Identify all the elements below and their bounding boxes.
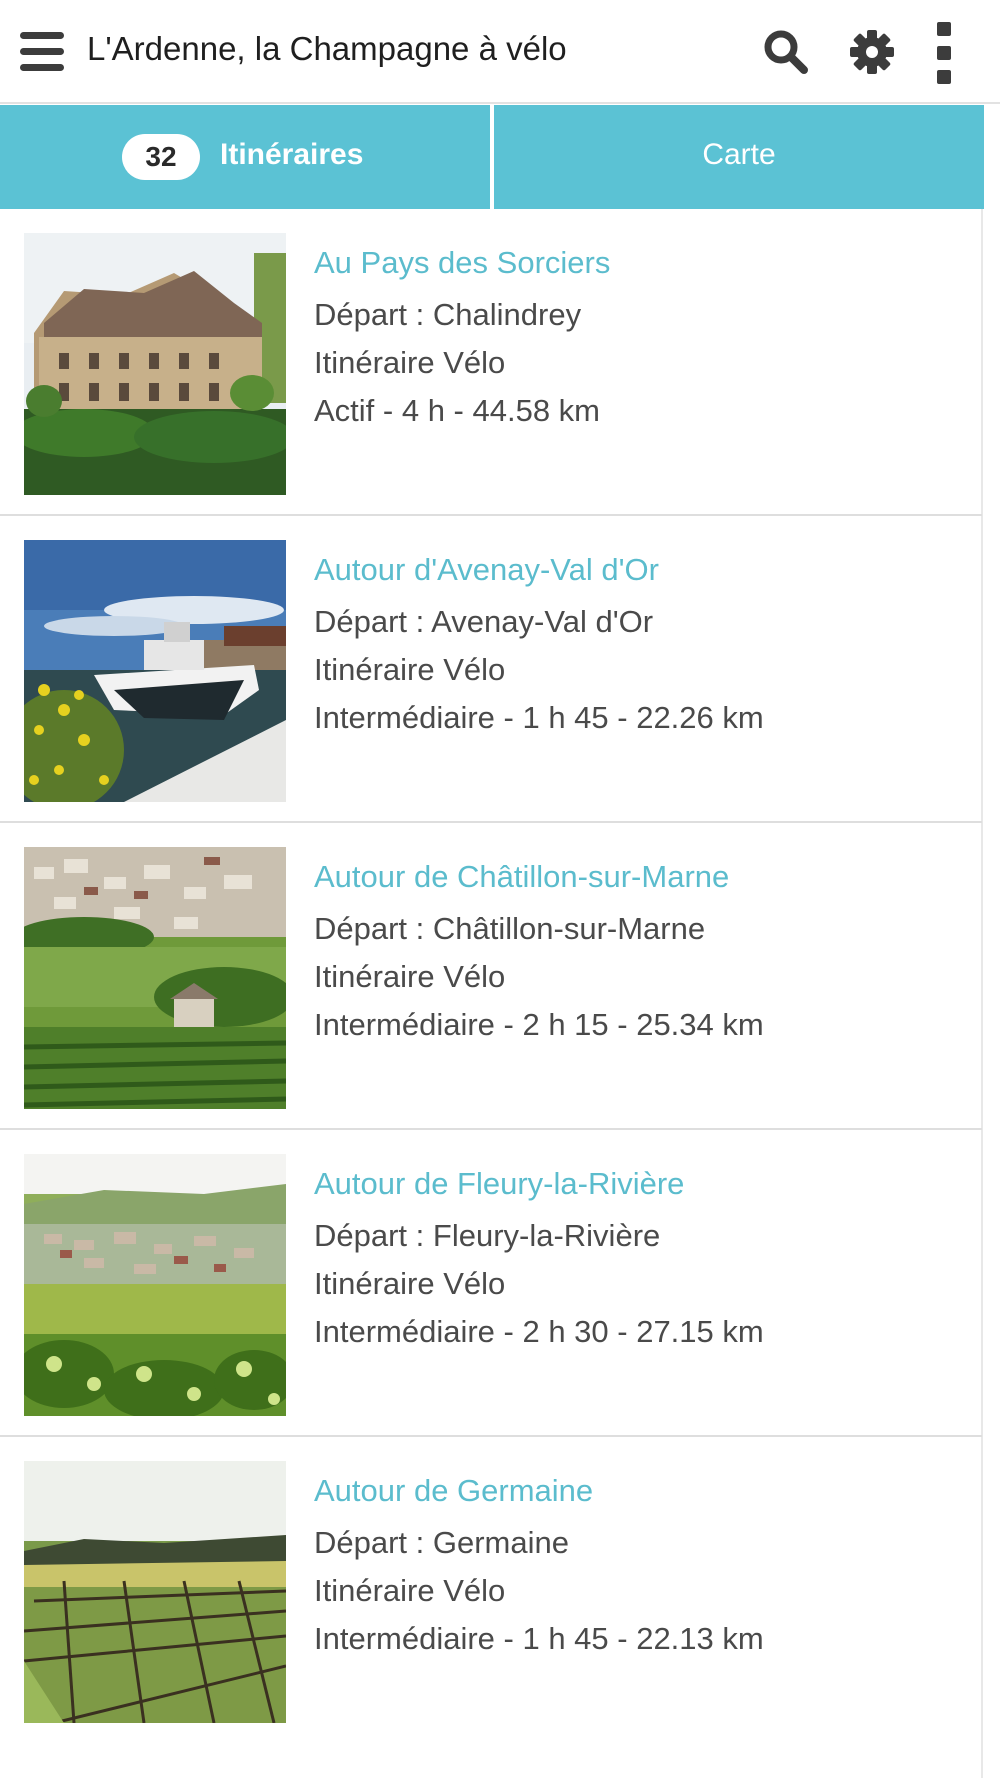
tab-bar: 32 Itinéraires Carte	[0, 105, 984, 209]
tab-itineraries[interactable]: 32 Itinéraires	[0, 105, 490, 209]
item-title: Autour de Fleury-la-Rivière	[314, 1166, 685, 1201]
list-item[interactable]: Autour d'Avenay-Val d'Or Départ : Avenay…	[0, 516, 982, 823]
list-item[interactable]: Autour de Châtillon-sur-Marne Départ : C…	[0, 823, 982, 1130]
search-icon[interactable]	[762, 28, 810, 76]
item-departure: Départ : Chalindrey	[314, 297, 582, 332]
item-type: Itinéraire Vélo	[314, 1573, 506, 1608]
count-badge: 32	[122, 134, 200, 180]
itinerary-list: Au Pays des Sorciers Départ : Chalindrey…	[0, 209, 984, 1744]
item-details: Intermédiaire - 1 h 45 - 22.13 km	[314, 1621, 764, 1656]
app-bar: L'Ardenne, la Champagne à vélo	[0, 0, 1000, 104]
item-title: Autour d'Avenay-Val d'Or	[314, 552, 659, 587]
list-item[interactable]: Au Pays des Sorciers Départ : Chalindrey…	[0, 209, 982, 516]
list-item[interactable]: Autour de Germaine Départ : Germaine Iti…	[0, 1437, 982, 1744]
tab-map[interactable]: Carte	[494, 105, 984, 209]
item-type: Itinéraire Vélo	[314, 345, 506, 380]
tab-map-label: Carte	[702, 138, 776, 171]
item-type: Itinéraire Vélo	[314, 652, 506, 687]
item-type: Itinéraire Vélo	[314, 959, 506, 994]
item-details: Intermédiaire - 1 h 45 - 22.26 km	[314, 700, 764, 735]
item-departure: Départ : Fleury-la-Rivière	[314, 1218, 661, 1253]
chateau-photo	[24, 233, 286, 495]
item-departure: Départ : Germaine	[314, 1525, 569, 1560]
village-vineyard-photo	[24, 847, 286, 1109]
gear-icon[interactable]	[848, 28, 896, 76]
item-type: Itinéraire Vélo	[314, 1266, 506, 1301]
item-departure: Départ : Avenay-Val d'Or	[314, 604, 654, 639]
item-title: Autour de Châtillon-sur-Marne	[314, 859, 730, 894]
item-title: Autour de Germaine	[314, 1473, 594, 1508]
item-departure: Départ : Châtillon-sur-Marne	[314, 911, 706, 946]
item-details: Intermédiaire - 2 h 30 - 27.15 km	[314, 1314, 764, 1349]
vine-rows-photo	[24, 1461, 286, 1723]
tab-itineraries-label: Itinéraires	[220, 138, 364, 171]
app-title: L'Ardenne, la Champagne à vélo	[87, 30, 567, 67]
list-item[interactable]: Autour de Fleury-la-Rivière Départ : Fle…	[0, 1130, 982, 1437]
item-title: Au Pays des Sorciers	[314, 245, 611, 280]
more-vert-icon[interactable]	[930, 22, 958, 84]
item-details: Actif - 4 h - 44.58 km	[314, 393, 600, 428]
item-details: Intermédiaire - 2 h 15 - 25.34 km	[314, 1007, 764, 1042]
valley-village-photo	[24, 1154, 286, 1416]
menu-icon[interactable]	[20, 32, 64, 72]
canal-boat-photo	[24, 540, 286, 802]
